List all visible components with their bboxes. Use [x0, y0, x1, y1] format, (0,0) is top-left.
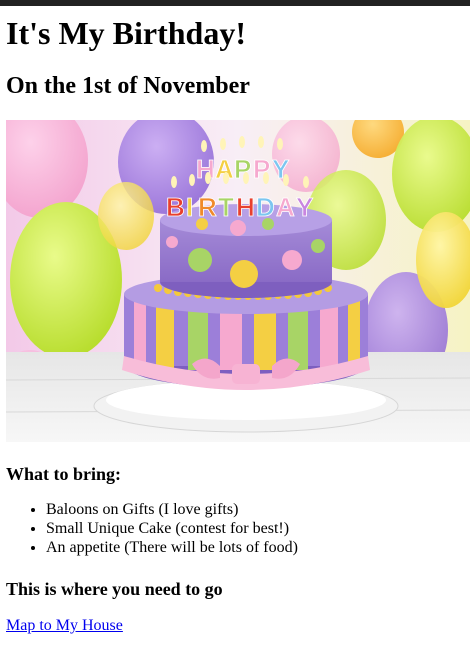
svg-text:A: A — [276, 192, 295, 222]
directions-heading: This is where you need to go — [6, 579, 223, 599]
svg-text:B: B — [166, 192, 185, 222]
svg-text:H: H — [236, 192, 255, 222]
list-item: An appetite (There will be lots of food) — [46, 538, 464, 557]
birthday-cake-image: H A P P Y B I R T H D A Y — [6, 120, 470, 442]
page-content: It's My Birthday! On the 1st of November — [6, 6, 470, 635]
list-item: Baloons on Gifts (I love gifts) — [46, 500, 464, 519]
list-item: Small Unique Cake (contest for best!) — [46, 519, 464, 538]
map-link[interactable]: Map to My House — [6, 617, 123, 635]
bring-heading: What to bring: — [6, 464, 122, 484]
svg-text:Y: Y — [296, 192, 313, 222]
page-subtitle: On the 1st of November — [6, 73, 250, 99]
svg-text:T: T — [218, 192, 234, 222]
svg-text:D: D — [256, 192, 275, 222]
svg-text:R: R — [198, 192, 217, 222]
bring-list: Baloons on Gifts (I love gifts) Small Un… — [6, 500, 464, 557]
svg-text:I: I — [186, 192, 193, 222]
page-title: It's My Birthday! — [6, 15, 246, 51]
